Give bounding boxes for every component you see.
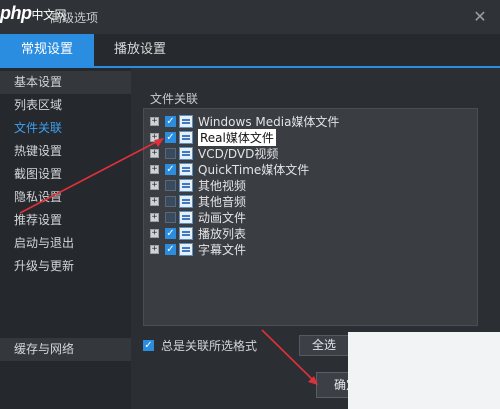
tree-row-label[interactable]: 字幕文件 bbox=[198, 241, 246, 258]
tree-row-label[interactable]: 动画文件 bbox=[198, 209, 246, 226]
sidebar-item-screenshot[interactable]: 截图设置 bbox=[0, 163, 131, 186]
checkbox[interactable] bbox=[165, 211, 176, 223]
expand-icon[interactable]: + bbox=[150, 164, 159, 174]
tab-bar: 常规设置 播放设置 bbox=[0, 34, 500, 68]
expand-icon[interactable]: + bbox=[150, 212, 159, 222]
expand-icon[interactable]: + bbox=[150, 180, 159, 190]
close-icon[interactable]: ✕ bbox=[470, 6, 490, 26]
always-assoc-option: ✓ 总是关联所选格式 bbox=[143, 337, 257, 354]
checkbox[interactable]: ✓ bbox=[165, 163, 176, 175]
tab-general-settings[interactable]: 常规设置 bbox=[0, 34, 94, 66]
sidebar-item-hotkeys[interactable]: 热键设置 bbox=[0, 140, 131, 163]
sidebar-item-update[interactable]: 升级与更新 bbox=[0, 255, 131, 278]
logo-text: php bbox=[0, 3, 32, 23]
tree-row: + 动画文件 bbox=[150, 209, 246, 225]
checkbox[interactable] bbox=[165, 179, 176, 191]
expand-icon[interactable]: + bbox=[150, 228, 159, 238]
sidebar-item-list-area[interactable]: 列表区域 bbox=[0, 94, 131, 117]
checkbox[interactable]: ✓ bbox=[165, 227, 176, 239]
watermark-overlay bbox=[348, 332, 500, 409]
sidebar-item-cache-network[interactable]: 缓存与网络 bbox=[0, 338, 131, 361]
always-assoc-checkbox[interactable]: ✓ bbox=[143, 340, 154, 351]
select-all-button[interactable]: 全选 bbox=[299, 335, 349, 356]
tab-playback-settings[interactable]: 播放设置 bbox=[94, 34, 186, 66]
tree-row-label[interactable]: VCD/DVD视频 bbox=[198, 145, 278, 162]
file-type-icon bbox=[179, 178, 193, 192]
group-label: 文件关联 bbox=[150, 92, 199, 106]
tree-row-label[interactable]: Windows Media媒体文件 bbox=[198, 113, 339, 130]
tree-row: + 其他音频 bbox=[150, 193, 246, 209]
file-type-icon bbox=[179, 114, 193, 128]
file-type-icon bbox=[179, 242, 193, 256]
checkbox[interactable]: ✓ bbox=[165, 131, 176, 143]
sidebar-item-basic[interactable]: 基本设置 bbox=[0, 71, 131, 94]
checkbox[interactable]: ✓ bbox=[165, 243, 176, 255]
always-assoc-label[interactable]: 总是关联所选格式 bbox=[161, 337, 257, 354]
sidebar-item-recommend[interactable]: 推荐设置 bbox=[0, 209, 131, 232]
sidebar-item-file-assoc[interactable]: 文件关联 bbox=[0, 117, 131, 140]
expand-icon[interactable]: + bbox=[150, 132, 159, 142]
file-type-icon bbox=[179, 210, 193, 224]
tree-row: + ✓ 播放列表 bbox=[150, 225, 246, 241]
tree-row: + VCD/DVD视频 bbox=[150, 145, 278, 161]
sidebar-item-startup-exit[interactable]: 启动与退出 bbox=[0, 232, 131, 255]
sidebar-item-privacy[interactable]: 隐私设置 bbox=[0, 186, 131, 209]
file-type-icon bbox=[179, 146, 193, 160]
tree-row-label[interactable]: QuickTime媒体文件 bbox=[198, 161, 309, 178]
sidebar: 基本设置 列表区域 文件关联 热键设置 截图设置 隐私设置 推荐设置 启动与退出… bbox=[0, 68, 131, 409]
window-title: 高级选项 bbox=[50, 11, 99, 25]
tree-row: + ✓ Windows Media媒体文件 bbox=[150, 113, 339, 129]
tree-row: + ✓ Real媒体文件 bbox=[150, 128, 276, 146]
checkbox[interactable] bbox=[165, 195, 176, 207]
tree-row: + ✓ 字幕文件 bbox=[150, 241, 246, 257]
tree-row-label[interactable]: 播放列表 bbox=[198, 225, 246, 242]
checkbox[interactable] bbox=[165, 147, 176, 159]
tree-row-label[interactable]: 其他视频 bbox=[198, 177, 246, 194]
file-type-icon bbox=[179, 130, 193, 144]
tree-row: + ✓ QuickTime媒体文件 bbox=[150, 161, 309, 177]
file-type-icon bbox=[179, 194, 193, 208]
expand-icon[interactable]: + bbox=[150, 116, 159, 126]
tree-row: + 其他视频 bbox=[150, 177, 246, 193]
expand-icon[interactable]: + bbox=[150, 244, 159, 254]
expand-icon[interactable]: + bbox=[150, 196, 159, 206]
file-type-icon bbox=[179, 226, 193, 240]
expand-icon[interactable]: + bbox=[150, 148, 159, 158]
title-bar: php中文网 高级选项 ✕ bbox=[0, 0, 500, 34]
tree-row-label[interactable]: 其他音频 bbox=[198, 193, 246, 210]
tree-row-label[interactable]: Real媒体文件 bbox=[198, 128, 276, 146]
checkbox[interactable]: ✓ bbox=[165, 115, 176, 127]
file-type-icon bbox=[179, 162, 193, 176]
